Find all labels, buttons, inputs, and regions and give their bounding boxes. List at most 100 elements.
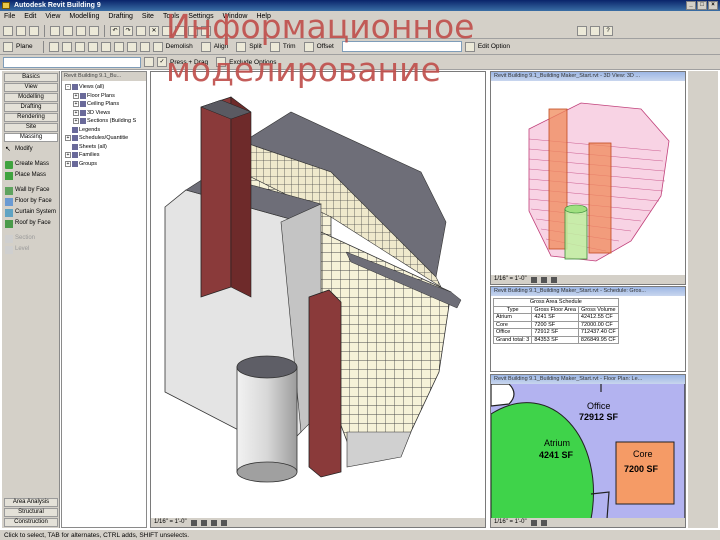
column-header[interactable]: Gross Floor Area <box>531 305 579 314</box>
brick-slab[interactable] <box>308 289 342 478</box>
expand-icon[interactable]: + <box>65 160 71 167</box>
menu-view[interactable]: View <box>45 11 60 23</box>
menu-file[interactable]: File <box>4 11 15 23</box>
menu-edit[interactable]: Edit <box>24 11 36 23</box>
menu-site[interactable]: Site <box>142 11 154 23</box>
browser-tree-item[interactable]: + Schedules/Quantitie <box>65 134 146 143</box>
shadows-icon[interactable] <box>550 276 557 283</box>
browser-tree-item[interactable]: + Groups <box>65 160 146 169</box>
menu-settings[interactable]: Settings <box>188 11 213 23</box>
tab-rendering[interactable]: Rendering <box>4 113 58 122</box>
offset-icon[interactable] <box>303 41 314 52</box>
tool-curtain-system[interactable]: Curtain System <box>2 207 59 218</box>
paste-icon[interactable] <box>89 25 99 36</box>
expand-icon[interactable]: + <box>73 118 79 125</box>
table-row[interactable]: Core 7200 SF 72000.00 CF <box>492 320 619 329</box>
tool-create-mass[interactable]: Create Mass <box>2 159 59 170</box>
browser-tree-item[interactable]: Legends <box>65 126 146 135</box>
section-icon[interactable] <box>201 25 211 36</box>
tool-roof-by-face[interactable]: Roof by Face <box>2 218 59 229</box>
edit-option-icon[interactable] <box>464 41 475 52</box>
massing-model[interactable] <box>491 81 685 276</box>
measure-icon[interactable] <box>136 25 146 36</box>
browser-tree-item[interactable]: + Sections (Building S <box>65 117 146 126</box>
type-selector[interactable] <box>3 56 141 68</box>
browser-tree-item[interactable]: - Views (all) <box>65 83 146 92</box>
design-options-icon[interactable] <box>590 25 600 36</box>
help-icon[interactable]: ? <box>603 25 613 36</box>
browser-tree-item[interactable]: + Families <box>65 151 146 160</box>
floor-plan-view[interactable]: Revit Building 9.1_Building Maker_Start.… <box>490 374 686 528</box>
browser-tree-item[interactable]: +3D Views <box>65 109 146 118</box>
close-button[interactable]: × <box>708 1 718 10</box>
worksets-icon[interactable] <box>577 25 587 36</box>
massing-3d-view[interactable]: Revit Building 9.1_Building Maker_Start.… <box>490 71 686 285</box>
redo-icon[interactable]: ↷ <box>123 25 133 36</box>
print-icon[interactable] <box>50 25 60 36</box>
view-scale[interactable]: 1/16" = 1'-0" <box>494 275 527 284</box>
menu-tools[interactable]: Tools <box>163 11 179 23</box>
shadows-icon[interactable] <box>210 519 217 526</box>
table-row[interactable]: Atrium 4241 SF 42412.55 CF <box>492 313 619 322</box>
minimize-button[interactable]: _ <box>686 1 696 10</box>
detail-level-icon[interactable] <box>530 519 537 526</box>
tool-section[interactable]: Section <box>2 233 59 244</box>
browser-tree-item[interactable]: + Ceiling Plans <box>65 100 146 109</box>
delete-icon[interactable]: ✕ <box>149 25 159 36</box>
undo-icon[interactable]: ↶ <box>110 25 120 36</box>
view-scale[interactable]: 1/16" = 1'-0" <box>494 518 527 527</box>
brick-tower[interactable] <box>200 96 232 298</box>
model-graphics-icon[interactable] <box>540 276 547 283</box>
paint-icon[interactable] <box>139 41 150 52</box>
tab-construction[interactable]: Construction <box>4 518 58 527</box>
cut-icon[interactable] <box>63 25 73 36</box>
trim-icon[interactable] <box>269 41 280 52</box>
align-button[interactable]: Align <box>214 43 228 50</box>
browser-tree-item[interactable]: + Floor Plans <box>65 92 146 101</box>
save-icon[interactable] <box>29 25 39 36</box>
tab-area-analysis[interactable]: Area Analysis <box>4 498 58 507</box>
tab-view[interactable]: View <box>4 83 58 92</box>
rotate-icon[interactable] <box>87 41 98 52</box>
tool-modify[interactable]: ↖ Modify <box>2 144 59 155</box>
core-mass-2[interactable] <box>588 142 612 254</box>
maximize-button[interactable]: □ <box>697 1 707 10</box>
model-graphics-icon[interactable] <box>540 519 547 526</box>
core-mass[interactable] <box>548 108 568 250</box>
offset-button[interactable]: Offset <box>317 43 334 50</box>
model-graphics-icon[interactable] <box>200 519 207 526</box>
split-icon[interactable] <box>236 41 247 52</box>
move-icon[interactable] <box>61 41 72 52</box>
tab-massing[interactable]: Massing <box>4 133 58 142</box>
detail-level-icon[interactable] <box>530 276 537 283</box>
column-header[interactable]: Gross Volume <box>577 305 619 314</box>
tool-level[interactable]: Level <box>2 244 59 255</box>
menu-drafting[interactable]: Drafting <box>108 11 133 23</box>
exclude-options-checkbox[interactable] <box>216 57 227 67</box>
tool-wall-by-face[interactable]: Wall by Face <box>2 185 59 196</box>
table-row[interactable]: Grand total: 3 84353 SF 826849.95 CF <box>492 335 619 344</box>
plane-button[interactable]: Plane <box>16 43 33 50</box>
cylinder-volume[interactable] <box>236 366 298 473</box>
column-header[interactable]: Type <box>492 305 533 314</box>
plane-icon[interactable] <box>3 41 13 52</box>
browser-tree-item[interactable]: Sheets (all) <box>65 143 146 152</box>
edit-option-button[interactable]: Edit Option <box>478 43 510 50</box>
view-3d-icon[interactable] <box>188 25 198 36</box>
collapse-icon[interactable]: - <box>65 84 71 91</box>
tab-site[interactable]: Site <box>4 123 58 132</box>
scale-icon[interactable] <box>113 41 124 52</box>
tool-place-mass[interactable]: Place Mass <box>2 170 59 181</box>
expand-icon[interactable]: + <box>73 92 79 99</box>
building-model[interactable] <box>151 72 485 518</box>
tab-drafting[interactable]: Drafting <box>4 103 58 112</box>
tab-basics[interactable]: Basics <box>4 73 58 82</box>
expand-icon[interactable]: + <box>73 101 79 108</box>
detail-level-icon[interactable] <box>190 519 197 526</box>
expand-icon[interactable]: + <box>65 135 71 142</box>
array-icon[interactable] <box>100 41 111 52</box>
demolish-button[interactable]: Demolish <box>166 43 193 50</box>
demolish-icon[interactable] <box>152 41 163 52</box>
expand-icon[interactable]: + <box>73 109 79 116</box>
atrium-mass[interactable] <box>564 208 588 260</box>
